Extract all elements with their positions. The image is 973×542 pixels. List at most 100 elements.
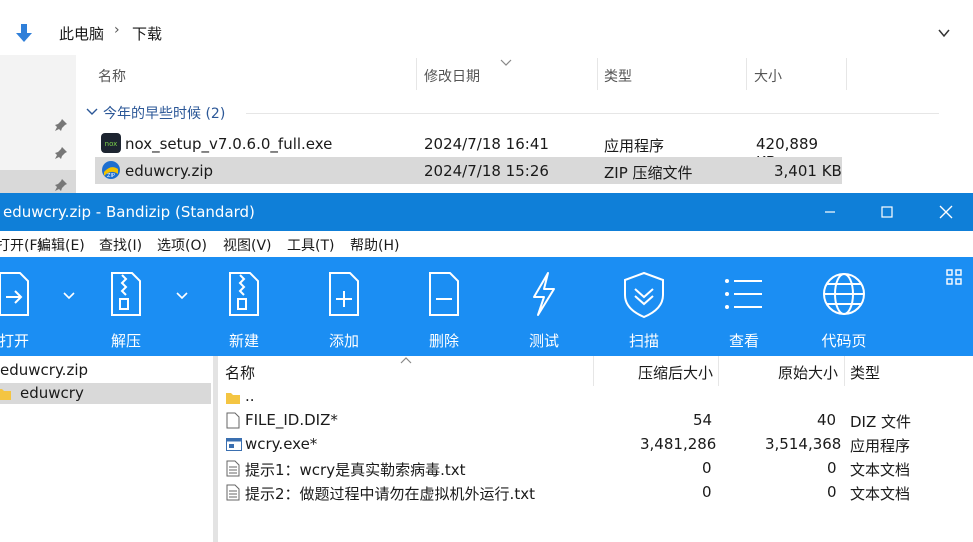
- pin-icon[interactable]: [54, 118, 68, 132]
- grid-menu-icon[interactable]: [946, 269, 962, 285]
- new-archive-button[interactable]: 新建: [205, 257, 283, 356]
- column-header-original-size[interactable]: 原始大小: [778, 362, 838, 383]
- extract-icon: [111, 272, 141, 316]
- list-item[interactable]: wcry.exe* 3,481,286 3,514,368 应用程序: [218, 432, 973, 456]
- column-header-packed-size[interactable]: 压缩后大小: [638, 362, 713, 383]
- item-name: wcry.exe*: [245, 435, 318, 453]
- text-file-icon: [226, 484, 240, 501]
- extract-button[interactable]: 解压: [87, 257, 165, 356]
- test-button[interactable]: 测试: [505, 257, 583, 356]
- extract-label: 解压: [110, 332, 141, 350]
- new-label: 新建: [228, 332, 259, 350]
- nox-app-icon: nox: [101, 133, 121, 153]
- tree-item-selected[interactable]: eduwcry: [0, 383, 211, 404]
- menu-edit[interactable]: 编辑(E): [37, 235, 85, 255]
- pin-icon[interactable]: [54, 178, 68, 192]
- item-name: 提示1：wcry是真实勒索病毒.txt: [245, 461, 466, 479]
- column-header-type[interactable]: 类型: [604, 66, 632, 86]
- item-type: 应用程序: [850, 437, 911, 455]
- file-row-selected[interactable]: ZIP eduwcry.zip 2024/7/18 15:26 ZIP 压缩文件…: [95, 157, 842, 184]
- codepage-label: 代码页: [821, 332, 867, 350]
- scan-label: 扫描: [628, 332, 659, 350]
- item-type: DIZ 文件: [850, 413, 912, 431]
- delete-file-icon: [429, 272, 459, 316]
- column-divider[interactable]: [718, 356, 719, 386]
- download-arrow-icon: [16, 24, 32, 42]
- view-label: 查看: [728, 332, 759, 350]
- menu-view[interactable]: 视图(V): [223, 235, 272, 255]
- column-divider[interactable]: [597, 58, 598, 90]
- scan-button[interactable]: 扫描: [605, 257, 683, 356]
- open-icon: [0, 272, 29, 316]
- folder-tree: eduwcry.zip eduwcry: [0, 356, 213, 542]
- menu-options[interactable]: 选项(O): [157, 235, 207, 255]
- column-divider[interactable]: [593, 356, 594, 386]
- maximize-icon[interactable]: [877, 202, 897, 222]
- address-bar[interactable]: 此电脑 › 下载: [0, 12, 973, 52]
- title-bar[interactable]: eduwcry.zip - Bandizip (Standard): [0, 193, 973, 231]
- column-divider[interactable]: [746, 58, 747, 90]
- close-icon[interactable]: [936, 202, 956, 222]
- menu-find[interactable]: 查找(I): [99, 235, 142, 255]
- file-date: 2024/7/18 15:26: [424, 162, 549, 180]
- file-date: 2024/7/18 16:41: [424, 135, 549, 153]
- list-view-icon: [725, 279, 762, 309]
- chevron-down-icon[interactable]: [175, 291, 189, 301]
- column-header-name[interactable]: 名称: [225, 362, 255, 383]
- shield-icon: [624, 271, 664, 319]
- column-header-type[interactable]: 类型: [850, 362, 880, 383]
- item-original-size: 0: [827, 483, 837, 501]
- file-type: 应用程序: [604, 137, 665, 155]
- item-type: 文本文档: [850, 485, 911, 503]
- add-button[interactable]: 添加: [305, 257, 383, 356]
- file-size: 3,401 KB: [774, 162, 842, 180]
- item-original-size: 0: [827, 459, 837, 477]
- item-packed-size: 54: [693, 411, 713, 429]
- chevron-down-icon[interactable]: [937, 26, 951, 40]
- column-header-name[interactable]: 名称: [98, 66, 126, 86]
- item-packed-size: 3,481,286: [640, 435, 717, 453]
- lightning-icon: [533, 272, 555, 316]
- chevron-down-icon[interactable]: [62, 291, 76, 301]
- column-divider[interactable]: [416, 58, 417, 90]
- minimize-icon[interactable]: [820, 202, 840, 222]
- breadcrumb-separator-icon[interactable]: ›: [114, 22, 120, 38]
- breadcrumb-this-pc[interactable]: 此电脑: [59, 23, 104, 44]
- delete-button[interactable]: 删除: [405, 257, 483, 356]
- file-list: 名称 压缩后大小 原始大小 类型 .. FILE_ID.DIZ* 54 40 D…: [218, 356, 973, 542]
- folder-icon: [226, 393, 240, 404]
- column-divider[interactable]: [846, 58, 847, 90]
- svg-text:nox: nox: [105, 140, 118, 148]
- archive-content: eduwcry.zip eduwcry 名称 压缩后大小 原始大小 类型 .. …: [0, 356, 973, 542]
- file-type: ZIP 压缩文件: [604, 164, 693, 182]
- list-item[interactable]: 提示2：做题过程中请勿在虚拟机外运行.txt 0 0 文本文档: [218, 480, 973, 504]
- bandizip-zip-icon: ZIP: [102, 161, 120, 179]
- chevron-down-icon[interactable]: [86, 108, 98, 116]
- item-packed-size: 0: [702, 459, 712, 477]
- file-icon: [226, 412, 240, 429]
- nav-selected-item[interactable]: [0, 170, 76, 193]
- open-button[interactable]: 打开: [0, 257, 53, 356]
- list-item-parent[interactable]: ..: [218, 384, 973, 408]
- column-header-size[interactable]: 大小: [754, 66, 782, 86]
- pin-icon[interactable]: [54, 146, 68, 160]
- navigation-pane: [0, 55, 76, 193]
- tree-root-archive[interactable]: eduwcry.zip: [0, 361, 88, 379]
- menu-help[interactable]: 帮助(H): [350, 235, 399, 255]
- folder-icon: [0, 389, 11, 400]
- add-file-icon: [329, 272, 359, 316]
- view-button[interactable]: 查看: [705, 257, 783, 356]
- item-original-size: 40: [817, 411, 837, 429]
- sort-indicator-icon: [400, 357, 412, 364]
- column-divider[interactable]: [844, 356, 845, 386]
- list-item[interactable]: 提示1：wcry是真实勒索病毒.txt 0 0 文本文档: [218, 456, 973, 480]
- codepage-button[interactable]: 代码页: [805, 257, 883, 356]
- menu-tools[interactable]: 工具(T): [287, 235, 334, 255]
- menu-bar: 打开(F) 编辑(E) 查找(I) 选项(O) 视图(V) 工具(T) 帮助(H…: [0, 231, 973, 257]
- window-title: eduwcry.zip - Bandizip (Standard): [3, 203, 255, 221]
- list-item[interactable]: FILE_ID.DIZ* 54 40 DIZ 文件: [218, 408, 973, 432]
- tree-item-label: eduwcry: [20, 384, 84, 402]
- breadcrumb-downloads[interactable]: 下载: [132, 23, 162, 44]
- column-header-date[interactable]: 修改日期: [424, 66, 480, 86]
- file-row[interactable]: nox nox_setup_v7.0.6.0_full.exe 2024/7/1…: [95, 130, 842, 171]
